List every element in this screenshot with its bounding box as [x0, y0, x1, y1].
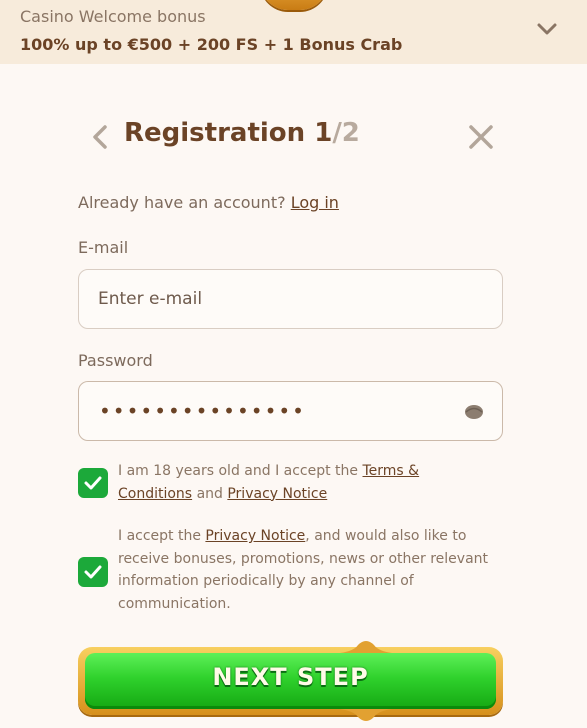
login-prompt: Already have an account? Log in	[78, 193, 339, 212]
privacy-link[interactable]: Privacy Notice	[205, 528, 305, 544]
email-field[interactable]	[78, 269, 503, 329]
next-step-label: NEXT STEP	[212, 663, 369, 691]
password-value: •••••••••••••••	[99, 399, 306, 423]
checkmark-icon	[84, 476, 102, 490]
checkmark-icon	[84, 565, 102, 579]
terms-prefix: I am 18 years old and I accept the	[118, 463, 359, 479]
password-label: Password	[78, 351, 153, 370]
marketing-checkbox[interactable]	[78, 557, 108, 587]
password-field[interactable]: •••••••••••••••	[78, 381, 503, 441]
page-title-text: Registration 1	[124, 118, 333, 148]
login-prompt-text: Already have an account?	[78, 193, 286, 212]
crown-ornament-icon	[340, 641, 392, 653]
terms-middle: and	[196, 485, 223, 502]
privacy-link[interactable]: Privacy Notice	[227, 486, 327, 502]
email-label: E-mail	[78, 238, 129, 257]
terms-checkbox[interactable]	[78, 468, 108, 498]
bonus-title: Casino Welcome bonus	[20, 7, 206, 26]
next-step-button[interactable]: NEXT STEP	[78, 641, 503, 721]
marketing-consent-text: I accept the Privacy Notice, and would a…	[118, 525, 488, 615]
terms-consent-text: I am 18 years old and I accept the Terms…	[118, 460, 488, 505]
crown-ornament-icon	[340, 709, 392, 721]
bonus-banner[interactable]: Casino Welcome bonus 100% up to €500 + 2…	[0, 0, 587, 64]
page-title: Registration 1/2	[124, 118, 360, 148]
close-icon[interactable]	[468, 124, 494, 150]
chevron-left-icon[interactable]	[90, 124, 110, 150]
step-total: /2	[332, 118, 360, 148]
chevron-down-icon[interactable]	[536, 20, 558, 38]
bonus-gem-icon	[260, 0, 328, 10]
login-link[interactable]: Log in	[291, 193, 339, 212]
email-input[interactable]	[98, 270, 458, 327]
marketing-prefix: I accept the	[118, 528, 201, 544]
eye-icon[interactable]	[463, 401, 485, 423]
bonus-offer: 100% up to €500 + 200 FS + 1 Bonus Crab	[20, 35, 403, 54]
registration-header: Registration 1/2	[78, 112, 503, 162]
